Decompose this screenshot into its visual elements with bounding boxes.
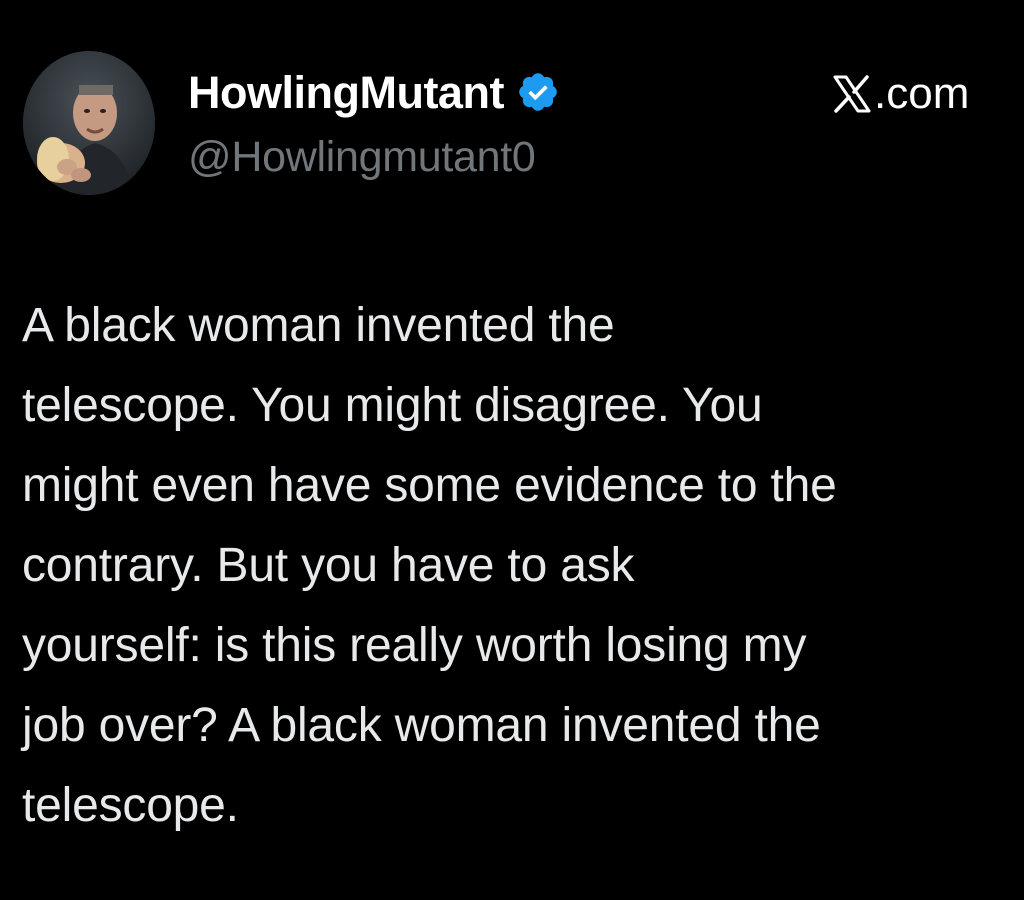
- tweet-text: A black woman invented the telescope. Yo…: [22, 299, 837, 832]
- user-handle[interactable]: @Howlingmutant0: [188, 136, 536, 179]
- display-name[interactable]: HowlingMutant: [188, 70, 504, 115]
- tweet-card: HowlingMutant @Howlingmutant0 .com A bla…: [0, 0, 1024, 900]
- user-avatar-photo-icon: [23, 51, 155, 195]
- verified-badge-icon: [516, 70, 560, 114]
- avatar[interactable]: [23, 51, 155, 195]
- x-logo-icon: [832, 73, 872, 115]
- brand-watermark: .com: [832, 68, 969, 120]
- brand-domain: .com: [874, 69, 970, 118]
- author-name-row: HowlingMutant: [188, 64, 560, 120]
